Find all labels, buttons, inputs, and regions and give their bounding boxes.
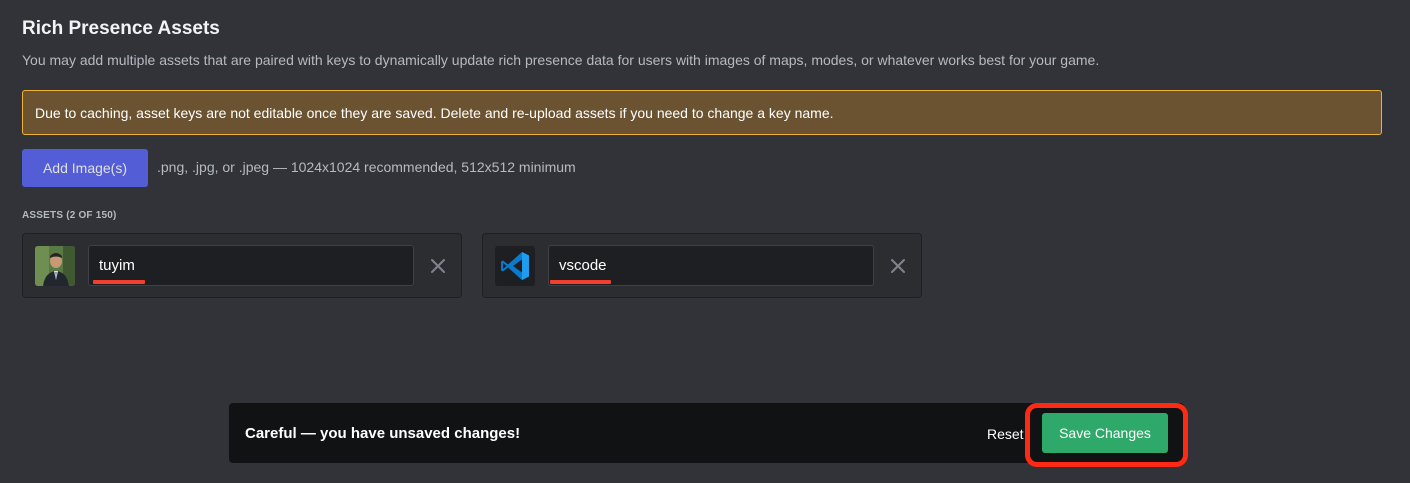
page-title: Rich Presence Assets xyxy=(22,18,220,39)
add-images-button[interactable]: Add Image(s) xyxy=(22,149,148,187)
asset-thumbnail xyxy=(495,246,535,286)
text-underline-annotation xyxy=(550,280,611,284)
warning-text: Due to caching, asset keys are not edita… xyxy=(35,104,834,121)
delete-asset-close-icon[interactable] xyxy=(887,255,909,277)
page-description: You may add multiple assets that are pai… xyxy=(22,52,1100,68)
asset-card xyxy=(482,233,922,298)
save-changes-button[interactable]: Save Changes xyxy=(1042,413,1168,453)
asset-thumbnail xyxy=(35,246,75,286)
caching-warning-banner: Due to caching, asset keys are not edita… xyxy=(22,90,1382,135)
reset-button[interactable]: Reset xyxy=(987,426,1024,442)
upload-hint: .png, .jpg, or .jpeg — 1024x1024 recomme… xyxy=(157,159,576,175)
profile-photo-icon xyxy=(35,246,75,286)
delete-asset-close-icon[interactable] xyxy=(427,255,449,277)
rich-presence-assets-page: Rich Presence Assets You may add multipl… xyxy=(0,0,1410,483)
unsaved-changes-bar: Careful — you have unsaved changes! Rese… xyxy=(229,403,1188,467)
text-underline-annotation xyxy=(93,280,145,284)
vscode-logo-icon xyxy=(501,252,529,280)
assets-count-label: ASSETS (2 OF 150) xyxy=(22,210,117,221)
unsaved-changes-message: Careful — you have unsaved changes! xyxy=(245,425,521,442)
asset-card xyxy=(22,233,462,298)
